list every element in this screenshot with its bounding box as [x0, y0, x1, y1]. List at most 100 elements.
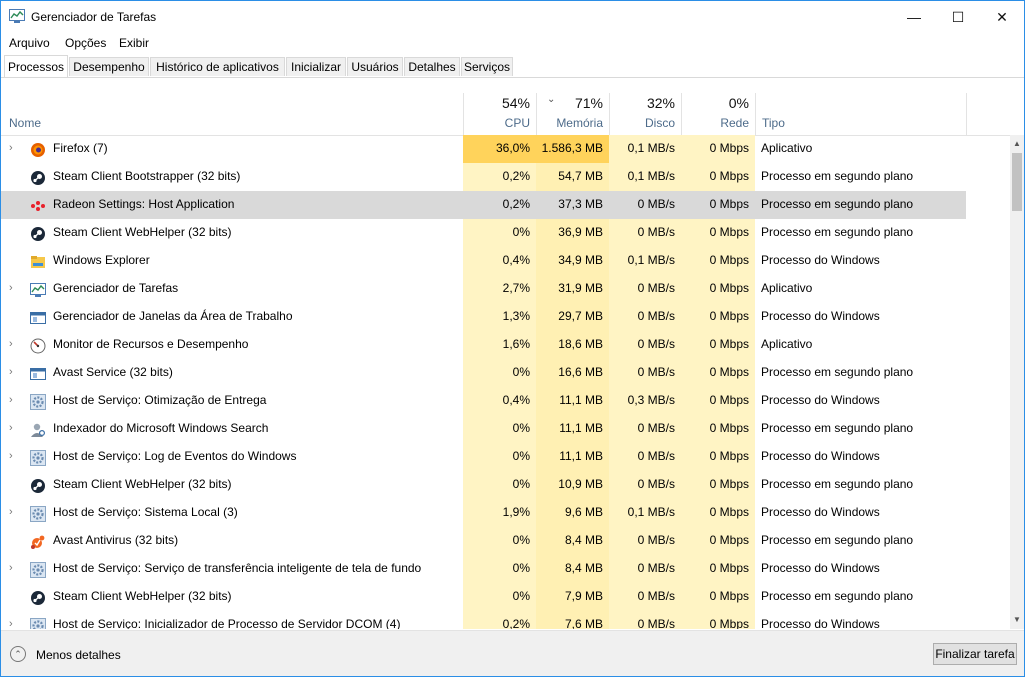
header-disk-label: Disco [644, 116, 675, 130]
process-row[interactable]: Gerenciador de Janelas da Área de Trabal… [1, 303, 966, 331]
process-network: 0 Mbps [681, 387, 755, 415]
process-row[interactable]: Steam Client Bootstrapper (32 bits) 0,2% 5… [1, 163, 966, 191]
process-network: 0 Mbps [681, 583, 755, 611]
process-network: 0 Mbps [681, 443, 755, 471]
steam-icon [29, 225, 47, 241]
process-row[interactable]: › Avast Service (32 bits) 0% 16,6 MB 0 MB/s 0… [1, 359, 966, 387]
header-cpu-percent: 54% [501, 95, 530, 111]
tab-processos[interactable]: Processos [4, 55, 68, 77]
fewer-details-link[interactable]: Menos detalhes [36, 648, 121, 662]
process-row[interactable]: Windows Explorer 0,4% 34,9 MB 0,1 MB/s 0 Mbp… [1, 247, 966, 275]
process-row[interactable]: › Gerenciador de Tarefas 2,7% 31,9 MB 0 MB/s… [1, 275, 966, 303]
process-disk: 0,3 MB/s [609, 387, 681, 415]
close-button[interactable]: ✕ [979, 1, 1024, 33]
tab-usuarios[interactable]: Usuários [347, 57, 403, 76]
process-cpu: 1,6% [463, 331, 536, 359]
header-name[interactable]: Nome [1, 93, 463, 135]
process-network: 0 Mbps [681, 359, 755, 387]
minimize-icon: — [907, 9, 921, 25]
process-type: Aplicativo [761, 337, 813, 351]
tab-desempenho[interactable]: Desempenho [69, 57, 149, 76]
process-list: › Firefox (7) 36,0% 1.586,3 MB 0,1 MB/s 0 Mbp… [1, 135, 1010, 629]
process-row[interactable]: Avast Antivirus (32 bits) 0% 8,4 MB 0 MB/s 0… [1, 527, 966, 555]
process-row[interactable]: Steam Client WebHelper (32 bits) 0% 10,9 M… [1, 471, 966, 499]
process-cpu: 0,4% [463, 247, 536, 275]
expand-chevron-icon[interactable]: › [9, 331, 21, 359]
process-row[interactable]: › Monitor de Recursos e Desempenho 1,6% 18,… [1, 331, 966, 359]
process-cpu: 0,2% [463, 163, 536, 191]
gear-icon [29, 561, 47, 578]
title-bar[interactable]: Gerenciador de Tarefas — ☐ ✕ [1, 1, 1024, 33]
header-type[interactable]: Tipo [755, 93, 966, 135]
process-row[interactable]: › Host de Serviço: Log de Eventos do Wind… [1, 443, 966, 471]
process-row[interactable]: › Host de Serviço: Inicializador de Proce… [1, 611, 966, 629]
process-memory: 16,6 MB [536, 359, 609, 387]
process-memory: 34,9 MB [536, 247, 609, 275]
tab-servicos[interactable]: Serviços [461, 57, 513, 76]
process-row[interactable]: › Host de Serviço: Sistema Local (3) 1,9% 9… [1, 499, 966, 527]
expand-chevron-icon[interactable]: › [9, 611, 21, 629]
process-cpu: 0,2% [502, 197, 530, 211]
chevron-up-icon[interactable]: ⌃ [10, 646, 26, 662]
process-disk: 0,1 MB/s [609, 247, 681, 275]
menu-opcoes[interactable]: Opções [65, 36, 106, 50]
scroll-thumb[interactable] [1012, 153, 1022, 211]
process-memory: 1.586,3 MB [536, 135, 609, 163]
scroll-up-icon[interactable]: ▲ [1010, 137, 1024, 151]
process-cpu: 1,9% [463, 499, 536, 527]
tab-historico[interactable]: Histórico de aplicativos [150, 57, 285, 76]
maximize-button[interactable]: ☐ [935, 1, 981, 33]
process-row[interactable]: › Indexador do Microsoft Windows Search 0%… [1, 415, 966, 443]
process-type: Aplicativo [761, 141, 813, 155]
header-network[interactable]: 0% Rede [681, 93, 755, 135]
header-cpu[interactable]: 54% CPU [463, 93, 536, 135]
header-cpu-label: CPU [504, 116, 530, 130]
process-memory: 8,4 MB [536, 555, 609, 583]
header-disk[interactable]: 32% Disco [609, 93, 681, 135]
expand-chevron-icon[interactable]: › [9, 275, 21, 303]
taskmgr-icon [29, 281, 47, 297]
process-network: 0 Mbps [681, 219, 755, 247]
process-cpu: 36,0% [463, 135, 536, 163]
expand-chevron-icon[interactable]: › [9, 387, 21, 415]
process-disk: 0 MB/s [609, 331, 681, 359]
expand-chevron-icon[interactable]: › [9, 499, 21, 527]
tab-detalhes[interactable]: Detalhes [404, 57, 460, 76]
menu-arquivo[interactable]: Arquivo [9, 36, 50, 50]
tab-strip: Processos Desempenho Histórico de aplica… [1, 55, 1024, 78]
process-cpu: 0% [463, 359, 536, 387]
tab-inicializar[interactable]: Inicializar [286, 57, 346, 76]
process-row[interactable]: › Host de Serviço: Otimização de Entrega 0… [1, 387, 966, 415]
firefox-icon [29, 141, 47, 157]
end-task-button[interactable]: Finalizar tarefa [933, 643, 1017, 665]
process-disk: 0 MB/s [609, 555, 681, 583]
process-disk: 0 MB/s [609, 219, 681, 247]
process-disk: 0 MB/s [609, 471, 681, 499]
process-name: Avast Antivirus (32 bits) [53, 533, 179, 547]
menu-exibir[interactable]: Exibir [119, 36, 149, 50]
process-network: 0 Mbps [681, 135, 755, 163]
expand-chevron-icon[interactable]: › [9, 359, 21, 387]
process-row[interactable]: › Firefox (7) 36,0% 1.586,3 MB 0,1 MB/s 0 Mbp… [1, 135, 966, 163]
process-memory: 7,6 MB [536, 611, 609, 629]
expand-chevron-icon[interactable]: › [9, 443, 21, 471]
process-cpu: 0% [463, 415, 536, 443]
process-row[interactable]: Steam Client WebHelper (32 bits) 0% 36,9 M… [1, 219, 966, 247]
expand-chevron-icon[interactable]: › [9, 135, 21, 163]
process-row[interactable]: Steam Client WebHelper (32 bits) 0% 7,9 MB… [1, 583, 966, 611]
process-network: 0 Mbps [681, 275, 755, 303]
process-network: 0 Mbps [681, 471, 755, 499]
expand-chevron-icon[interactable]: › [9, 415, 21, 443]
header-memory[interactable]: ⌄ 71% Memória [536, 93, 609, 135]
gear-icon [29, 393, 47, 410]
scroll-down-icon[interactable]: ▼ [1010, 613, 1024, 627]
expand-chevron-icon [9, 191, 21, 219]
steam-icon [29, 169, 47, 185]
process-cpu: 0% [463, 443, 536, 471]
process-row[interactable]: › Host de Serviço: Serviço de transferênc… [1, 555, 966, 583]
vertical-scrollbar[interactable]: ▲ ▼ [1010, 135, 1024, 629]
expand-chevron-icon[interactable]: › [9, 555, 21, 583]
minimize-button[interactable]: — [891, 1, 937, 33]
process-row[interactable]: Radeon Settings: Host Application 0,2% 37,… [1, 191, 966, 219]
expand-chevron-icon [9, 247, 21, 275]
